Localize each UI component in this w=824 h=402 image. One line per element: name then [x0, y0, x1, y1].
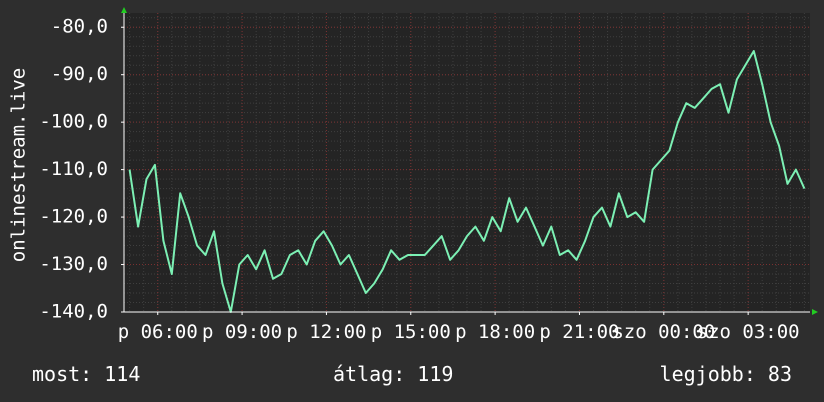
average-value: átlag: 119: [333, 362, 454, 386]
x-tick-label: p 09:00: [202, 321, 282, 343]
y-tick-label: -120,0: [39, 206, 108, 228]
x-tick-label: p 18:00: [455, 321, 535, 343]
y-tick-label: -80,0: [51, 16, 108, 38]
y-tick-label: -90,0: [51, 63, 108, 85]
x-tick-label: p 15:00: [371, 321, 451, 343]
best-value: legjobb: 83: [659, 362, 792, 386]
y-tick-label: -140,0: [39, 301, 108, 323]
y-axis-arrow-icon: [121, 7, 127, 13]
x-tick-labels: p 06:00 p 09:00 p 12:00 p 15:00 p 18:00 p 21:…: [118, 312, 800, 343]
line-chart: -80,0 -90,0 -100,0 -110,0 -120,0 -130,0 -140,0…: [8, 7, 818, 343]
x-tick-label: p 21:00: [539, 321, 619, 343]
y-tick-labels: -80,0 -90,0 -100,0 -110,0 -120,0 -130,0 -140,0: [39, 16, 124, 323]
y-tick-label: -110,0: [39, 158, 108, 180]
y-axis-label: onlinestream.live: [8, 68, 30, 262]
y-tick-label: -100,0: [39, 111, 108, 133]
y-tick-label: -130,0: [39, 253, 108, 275]
x-tick-label: szo 03:00: [697, 321, 800, 343]
current-value: most: 114: [32, 362, 141, 386]
x-tick-label: p 12:00: [286, 321, 366, 343]
x-tick-label: p 06:00: [118, 321, 198, 343]
x-axis-arrow-icon: [812, 309, 818, 315]
plot-area: [124, 13, 810, 312]
